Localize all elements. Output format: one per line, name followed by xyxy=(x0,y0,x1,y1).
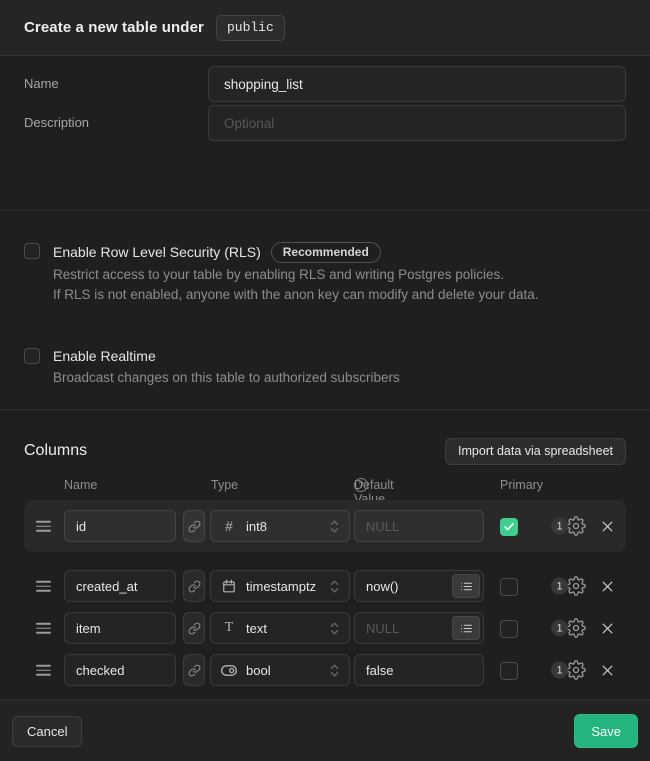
table-description-input[interactable] xyxy=(208,105,626,141)
panel-title: Create a new table under xyxy=(24,19,204,36)
primary-checkbox[interactable] xyxy=(500,578,518,596)
column-type-label: text xyxy=(246,621,321,636)
header-type: Type xyxy=(211,478,238,492)
description-row: Description xyxy=(24,105,626,141)
header-primary: Primary xyxy=(500,478,543,492)
column-row: # int8 1 xyxy=(24,500,626,552)
default-value-list-icon[interactable] xyxy=(452,574,480,598)
schema-badge: public xyxy=(216,15,285,41)
realtime-label: Enable Realtime xyxy=(53,347,156,366)
help-circle-icon[interactable]: ? xyxy=(354,478,368,492)
rls-description-line2: If RLS is not enabled, anyone with the a… xyxy=(53,285,539,305)
columns-table-header: Name Type Default Value ? Primary xyxy=(24,478,626,492)
primary-checkbox[interactable] xyxy=(500,620,518,638)
chevron-updown-icon xyxy=(330,519,339,534)
table-name-input[interactable] xyxy=(208,66,626,102)
settings-count-badge: 1 xyxy=(551,578,568,595)
column-row: T text 1 xyxy=(24,612,626,644)
settings-gear-icon[interactable] xyxy=(566,618,586,638)
chevron-updown-icon xyxy=(330,579,339,594)
remove-column-icon[interactable] xyxy=(598,517,616,535)
hash-icon: # xyxy=(221,519,237,534)
foreign-key-link-icon[interactable] xyxy=(183,510,205,542)
remove-column-icon[interactable] xyxy=(598,619,616,637)
realtime-checkbox[interactable] xyxy=(24,348,40,364)
column-name-input[interactable] xyxy=(64,570,176,602)
column-type-select[interactable]: # int8 xyxy=(210,510,350,542)
drag-handle-icon[interactable] xyxy=(36,521,51,532)
rls-option: Enable Row Level Security (RLS) Recommen… xyxy=(24,242,626,305)
import-spreadsheet-button[interactable]: Import data via spreadsheet xyxy=(445,438,626,465)
settings-count-badge: 1 xyxy=(551,518,568,535)
drag-handle-icon[interactable] xyxy=(36,581,51,592)
default-value-input[interactable] xyxy=(354,654,484,686)
settings-gear-icon[interactable] xyxy=(566,576,586,596)
column-type-label: bool xyxy=(246,663,321,678)
header-name: Name xyxy=(64,478,97,492)
chevron-updown-icon xyxy=(330,621,339,636)
table-details-section: Name Description xyxy=(0,56,650,211)
description-label: Description xyxy=(24,105,208,141)
rls-checkbox[interactable] xyxy=(24,243,40,259)
columns-title: Columns xyxy=(24,442,87,460)
table-options-section: Enable Row Level Security (RLS) Recommen… xyxy=(0,211,650,410)
foreign-key-link-icon[interactable] xyxy=(183,570,205,602)
column-name-input[interactable] xyxy=(64,510,176,542)
default-value-input[interactable] xyxy=(354,510,484,542)
drag-handle-icon[interactable] xyxy=(36,623,51,634)
remove-column-icon[interactable] xyxy=(598,577,616,595)
column-type-select[interactable]: bool xyxy=(210,654,350,686)
column-name-input[interactable] xyxy=(64,654,176,686)
foreign-key-link-icon[interactable] xyxy=(183,654,205,686)
realtime-option: Enable Realtime Broadcast changes on thi… xyxy=(24,347,626,388)
column-row: bool 1 xyxy=(24,654,626,686)
column-row: timestamptz 1 xyxy=(24,570,626,602)
column-type-label: int8 xyxy=(246,519,321,534)
columns-section: Columns Import data via spreadsheet Name… xyxy=(0,410,650,700)
column-type-select[interactable]: timestamptz xyxy=(210,570,350,602)
toggle-icon xyxy=(221,665,237,676)
primary-checkbox[interactable] xyxy=(500,662,518,680)
remove-column-icon[interactable] xyxy=(598,661,616,679)
text-icon: T xyxy=(221,620,237,636)
create-table-panel: Create a new table under public Name Des… xyxy=(0,0,650,761)
foreign-key-link-icon[interactable] xyxy=(183,612,205,644)
save-button[interactable]: Save xyxy=(574,714,638,748)
panel-header: Create a new table under public xyxy=(0,0,650,56)
cancel-button[interactable]: Cancel xyxy=(12,716,82,747)
calendar-icon xyxy=(221,579,237,593)
rls-description-line1: Restrict access to your table by enablin… xyxy=(53,265,539,285)
realtime-description: Broadcast changes on this table to autho… xyxy=(53,368,400,388)
settings-count-badge: 1 xyxy=(551,662,568,679)
rls-label: Enable Row Level Security (RLS) xyxy=(53,243,261,262)
column-type-label: timestamptz xyxy=(246,579,321,594)
column-type-select[interactable]: T text xyxy=(210,612,350,644)
drag-handle-icon[interactable] xyxy=(36,665,51,676)
settings-gear-icon[interactable] xyxy=(566,516,586,536)
column-rows: # int8 1 timestamptz xyxy=(24,500,626,686)
name-row: Name xyxy=(24,66,626,102)
chevron-updown-icon xyxy=(330,663,339,678)
name-label: Name xyxy=(24,66,208,102)
panel-footer: Cancel Save xyxy=(0,700,650,761)
column-name-input[interactable] xyxy=(64,612,176,644)
settings-count-badge: 1 xyxy=(551,620,568,637)
settings-gear-icon[interactable] xyxy=(566,660,586,680)
default-value-list-icon[interactable] xyxy=(452,616,480,640)
primary-checkbox[interactable] xyxy=(500,518,518,536)
recommended-badge: Recommended xyxy=(271,242,381,263)
